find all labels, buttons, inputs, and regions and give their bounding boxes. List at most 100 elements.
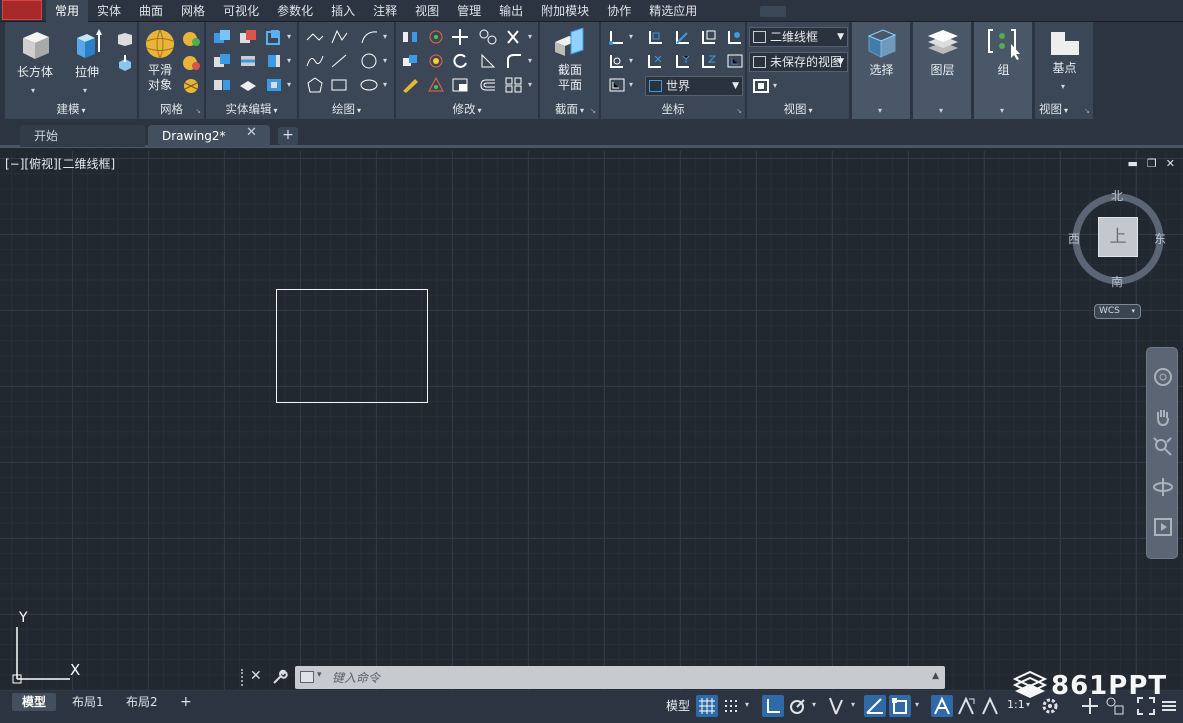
tab-addins[interactable]: 附加模块 (532, 0, 598, 22)
steering-wheel-icon[interactable] (1152, 366, 1174, 388)
layout-tab-model[interactable]: 模型 (12, 693, 57, 711)
ribbon-display-toggle-button[interactable] (760, 6, 786, 17)
ucs-icon-properties-icon[interactable] (725, 52, 745, 70)
erase-icon[interactable] (400, 76, 420, 94)
orbit-icon[interactable] (1152, 476, 1174, 498)
mesh-smooth-less-icon[interactable] (181, 54, 201, 72)
ucs-z-icon[interactable] (699, 52, 719, 70)
ucs-icon[interactable] (607, 28, 627, 46)
panel-view-base-launcher-icon[interactable]: ↘ (1084, 107, 1090, 115)
3d-scale-icon[interactable] (426, 76, 446, 94)
ellipse-icon[interactable] (359, 76, 379, 94)
layers-button[interactable]: 图层 (919, 26, 966, 78)
drag-handle-icon[interactable] (241, 669, 246, 686)
model-space-toggle[interactable]: 模型 (666, 697, 690, 714)
viewport-config-icon[interactable] (751, 77, 771, 95)
shell-dropdown-icon[interactable]: ▾ (287, 80, 291, 89)
polyline-icon[interactable] (305, 28, 325, 46)
panel-coordinates-launcher-icon[interactable]: ↘ (736, 107, 742, 115)
object-snap-tracking-icon[interactable] (864, 695, 886, 717)
ucs-origin-dropdown-icon[interactable]: ▾ (629, 56, 633, 65)
ellipse-dropdown-icon[interactable]: ▾ (383, 80, 387, 89)
tab-home[interactable]: 常用 (46, 0, 89, 22)
tab-output[interactable]: 输出 (490, 0, 532, 22)
tab-parametric[interactable]: 参数化 (268, 0, 322, 22)
tab-surface[interactable]: 曲面 (130, 0, 172, 22)
command-prompt-icon[interactable] (300, 671, 314, 683)
chevron-down-icon[interactable]: ▾ (317, 670, 322, 680)
panel-mesh-launcher-icon[interactable]: ↘ (195, 107, 201, 115)
intersect-icon[interactable] (212, 52, 232, 70)
groups-dropdown-icon[interactable]: ▾ (1000, 106, 1004, 115)
layout-tab-layout2[interactable]: 布局2 (116, 693, 168, 711)
move-icon[interactable] (450, 28, 470, 46)
panel-modeling-title[interactable]: 建模 ▾ (5, 102, 137, 117)
viewport-controls-label[interactable]: [−][俯视][二维线框] (5, 155, 115, 172)
polysolid-icon[interactable] (115, 30, 135, 48)
scale-dropdown-icon[interactable]: ▾ (1026, 700, 1030, 709)
saved-view-combo[interactable]: 未保存的视图 ▼ (749, 52, 848, 72)
ucs-combo[interactable]: 世界 ▼ (645, 76, 743, 96)
3d-rotate-icon[interactable] (426, 28, 446, 46)
restore-icon[interactable]: ❐ (1147, 157, 1157, 170)
3d-array-icon[interactable] (426, 52, 446, 70)
selection-dropdown-icon[interactable]: ▾ (878, 106, 882, 115)
isodraft-icon[interactable] (825, 695, 847, 717)
viewcube-top-face[interactable]: 上 (1098, 217, 1138, 257)
tab-mesh[interactable]: 网格 (172, 0, 214, 22)
selection-button[interactable]: 选择 (858, 26, 905, 78)
slice-icon[interactable] (238, 52, 258, 70)
drawing-viewport[interactable]: [−][俯视][二维线框] ▬ ❐ ✕ 上 北 南 东 西 WCS ▾ Y X (0, 151, 1183, 691)
arc-dropdown-icon[interactable]: ▾ (383, 32, 387, 41)
box-dropdown-icon[interactable]: ▾ (31, 86, 35, 95)
compass-north-label[interactable]: 北 (1111, 187, 1123, 204)
extract-dropdown-icon[interactable]: ▾ (287, 56, 291, 65)
ucs-origin-icon[interactable] (607, 52, 627, 70)
panel-layers[interactable]: 图层 ▾ (913, 22, 972, 119)
polar-tracking-icon[interactable] (786, 695, 808, 717)
separate-icon[interactable] (212, 76, 232, 94)
polar-dropdown-icon[interactable]: ▾ (812, 700, 816, 709)
extrude-dropdown-icon[interactable]: ▾ (83, 86, 87, 95)
smooth-object-button[interactable]: 平滑 对象 (141, 28, 179, 93)
panel-coordinates-title[interactable]: 坐标 (601, 102, 745, 117)
extrude-button[interactable]: 拉伸 (65, 28, 109, 80)
array-icon[interactable] (504, 76, 524, 94)
polygon-icon[interactable] (305, 76, 325, 94)
rotate-icon[interactable] (450, 52, 470, 70)
tab-solid[interactable]: 实体 (88, 0, 130, 22)
ucs-z-axis-icon[interactable] (673, 28, 693, 46)
subtract-icon[interactable] (238, 28, 258, 46)
base-dropdown-icon[interactable]: ▾ (1061, 82, 1065, 91)
section-plane-button[interactable]: 截面 平面 (546, 28, 594, 93)
wcs-menu[interactable]: WCS ▾ (1094, 304, 1141, 319)
close-icon[interactable]: ✕ (1166, 157, 1175, 170)
arc-icon[interactable] (359, 28, 379, 46)
line-icon[interactable] (329, 52, 349, 70)
snap-dropdown-icon[interactable]: ▾ (745, 700, 749, 709)
ucs-3point-icon[interactable] (699, 28, 719, 46)
panel-solid-editing-title[interactable]: 实体编辑 ▾ (206, 102, 297, 117)
showmotion-icon[interactable] (1152, 516, 1174, 538)
tab-annotate[interactable]: 注释 (364, 0, 406, 22)
panel-view-title[interactable]: 视图 ▾ (747, 102, 849, 117)
compass-west-label[interactable]: 西 (1068, 230, 1080, 247)
drawn-rectangle[interactable] (276, 289, 428, 403)
compass-south-label[interactable]: 南 (1111, 273, 1123, 290)
panel-groups[interactable]: 组 ▾ (974, 22, 1033, 119)
mirror-icon[interactable] (400, 28, 420, 46)
snap-mode-icon[interactable] (720, 695, 742, 717)
thicken-icon[interactable] (238, 76, 258, 94)
3d-align-icon[interactable] (400, 52, 420, 70)
object-snap-icon[interactable] (889, 695, 911, 717)
ucs-view-dropdown-icon[interactable]: ▾ (629, 80, 633, 89)
pan-icon[interactable] (1152, 406, 1174, 428)
osnap-dropdown-icon[interactable]: ▾ (915, 700, 919, 709)
zoom-extents-icon[interactable] (1152, 436, 1174, 458)
compass-east-label[interactable]: 东 (1154, 230, 1166, 247)
mesh-smooth-more-icon[interactable] (181, 30, 201, 48)
ucs-y-icon[interactable] (673, 52, 693, 70)
panel-modify-title[interactable]: 修改 ▾ (396, 102, 538, 117)
auto-scale-icon[interactable] (955, 695, 977, 717)
trim-icon[interactable] (504, 28, 524, 46)
